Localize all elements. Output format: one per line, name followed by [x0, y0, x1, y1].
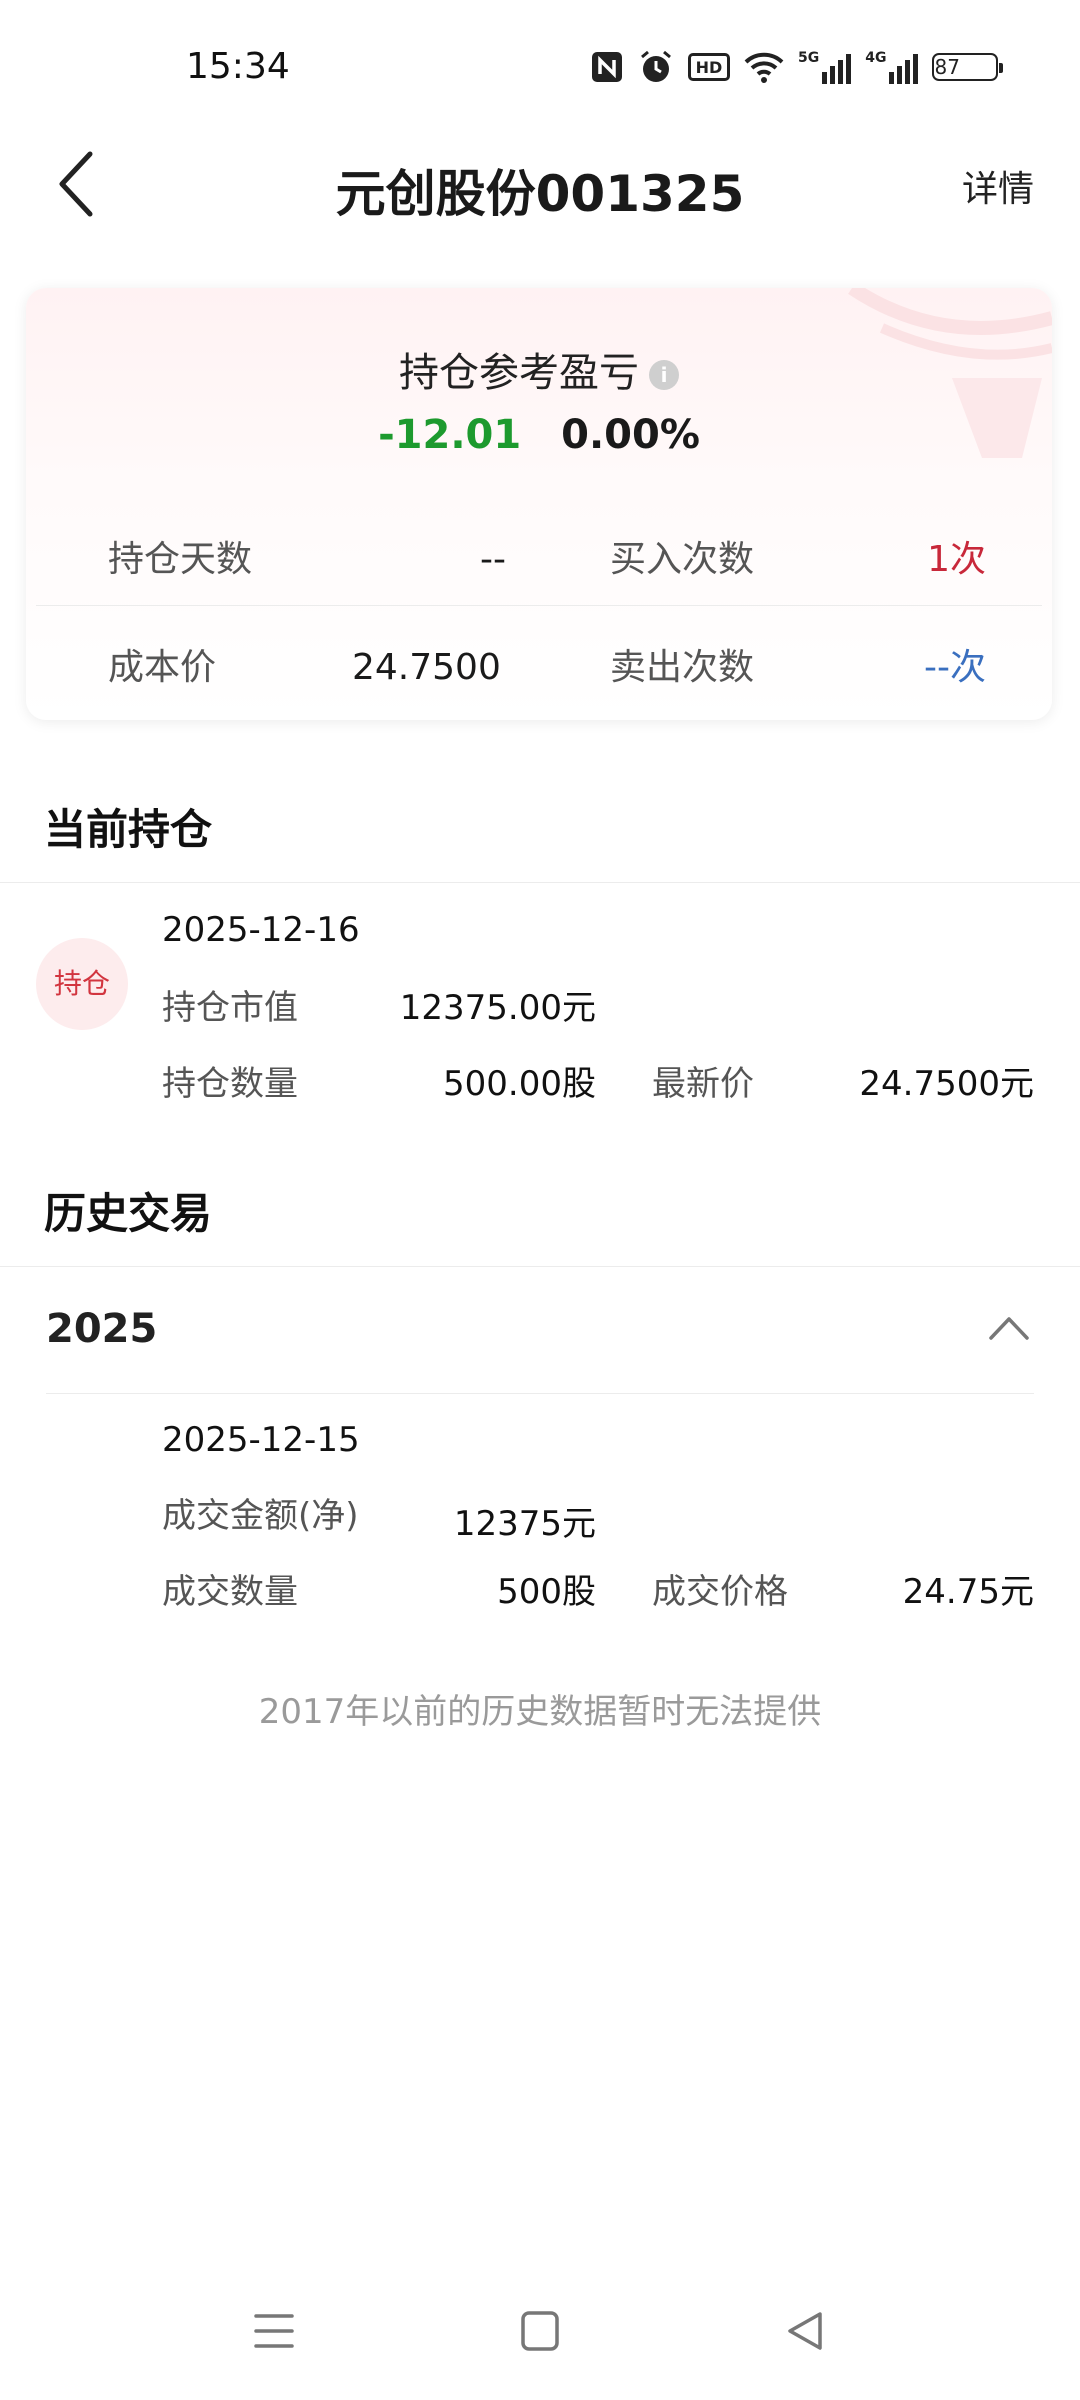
sell-count-label: 卖出次数 — [610, 647, 755, 688]
alarm-icon — [641, 50, 671, 82]
holding-badge: 持仓 — [36, 938, 128, 1030]
pnl-label: 持仓参考盈亏 i — [26, 340, 1052, 398]
trade-quantity-label: 成交数量 — [162, 1572, 298, 1612]
home-icon[interactable] — [510, 2306, 570, 2356]
history-footer-note: 2017年以前的历史数据暂时无法提供 — [258, 1692, 822, 1732]
pnl-amount: -12.01 — [378, 412, 522, 458]
page-title: 元创股份001325 — [335, 165, 745, 223]
trade-quantity: 500股 — [497, 1572, 596, 1612]
status-time: 15:34 — [186, 46, 290, 87]
card-row-cost: 成本价 24.7500 卖出次数 --次 — [36, 622, 1042, 714]
info-icon[interactable]: i — [649, 360, 679, 390]
chevron-up-icon[interactable] — [988, 1314, 1030, 1342]
year-group-header[interactable]: 2025 — [0, 1270, 1080, 1394]
pnl-summary-card: 持仓参考盈亏 i -12.01 0.00% 持仓天数 -- 买入次数 1次 成本价… — [26, 288, 1052, 720]
signal-5g-icon: 5G — [798, 50, 852, 84]
trade-price-label: 成交价格 — [652, 1572, 788, 1612]
latest-price: 24.7500元 — [859, 1064, 1034, 1104]
holding-days-label: 持仓天数 — [108, 539, 253, 580]
detail-link[interactable]: 详情 — [962, 160, 1034, 212]
card-row-days: 持仓天数 -- 买入次数 1次 — [36, 514, 1042, 606]
history-title: 历史交易 — [44, 1189, 213, 1238]
holding-date: 2025-12-16 — [162, 910, 360, 950]
wifi-icon — [744, 52, 784, 83]
header: 元创股份001325 详情 — [0, 130, 1080, 240]
signal-4g-icon: 4G — [865, 50, 919, 84]
cost-price-label: 成本价 — [108, 647, 217, 688]
cost-price-value: 24.7500 — [352, 647, 501, 688]
status-icons: HD 5G 4G 87 — [590, 44, 1004, 90]
holding-quantity-label: 持仓数量 — [162, 1064, 298, 1104]
trade-amount-label: 成交金额(净) — [162, 1496, 359, 1536]
market-value-label: 持仓市值 — [162, 988, 298, 1028]
status-bar: 15:34 HD 5G 4G 87 — [0, 0, 1080, 130]
pnl-percent: 0.00% — [561, 412, 700, 458]
signal-4g-label: 4G — [865, 50, 887, 66]
pnl-values: -12.01 0.00% — [26, 412, 1052, 458]
hd-icon: HD — [688, 53, 730, 81]
buy-count-label: 买入次数 — [610, 539, 755, 580]
back-triangle-icon[interactable] — [776, 2306, 836, 2356]
section-divider — [0, 1266, 1080, 1267]
section-divider — [0, 882, 1080, 883]
holding-days-value: -- — [480, 539, 506, 580]
year-label: 2025 — [46, 1306, 158, 1352]
trade-date: 2025-12-15 — [162, 1420, 360, 1460]
nfc-icon — [592, 52, 622, 82]
battery-level: 87 — [934, 55, 960, 79]
system-nav-bar — [0, 2290, 1080, 2370]
holding-quantity: 500.00股 — [443, 1064, 596, 1104]
sell-count-value: --次 — [924, 647, 986, 688]
buy-count-value: 1次 — [927, 539, 986, 580]
trade-amount: 12375元 — [453, 1504, 596, 1544]
latest-price-label: 最新价 — [652, 1064, 754, 1104]
pnl-label-text: 持仓参考盈亏 — [399, 350, 639, 396]
menu-icon[interactable] — [244, 2306, 304, 2356]
current-holding-title: 当前持仓 — [44, 805, 213, 854]
battery-icon: 87 — [932, 53, 1004, 81]
trade-price: 24.75元 — [902, 1572, 1034, 1612]
year-divider — [46, 1393, 1034, 1394]
signal-5g-label: 5G — [798, 50, 820, 66]
market-value: 12375.00元 — [399, 988, 596, 1028]
